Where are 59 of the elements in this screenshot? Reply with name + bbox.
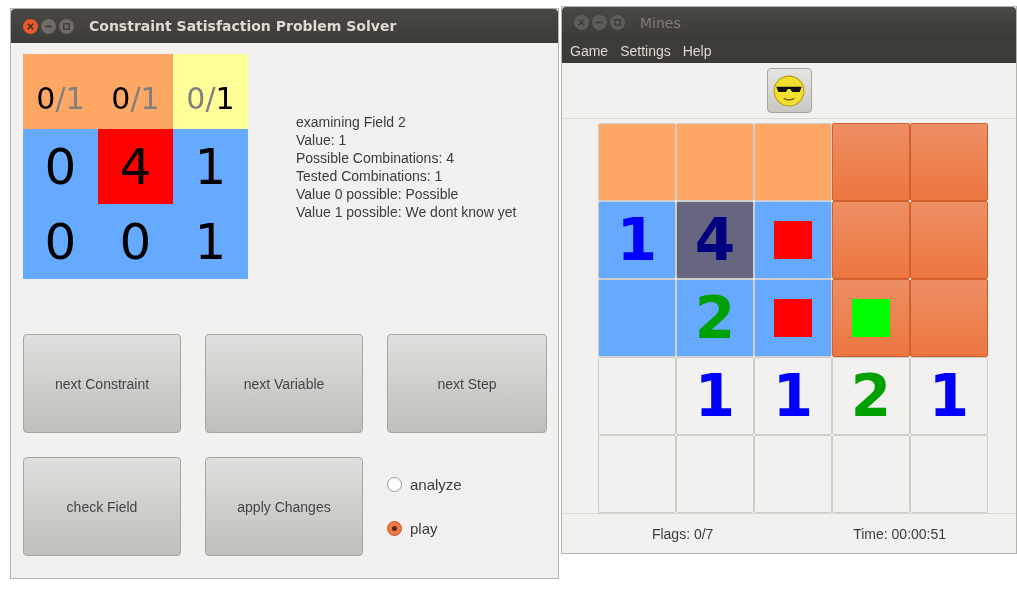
menu-item[interactable]: Settings — [620, 42, 671, 59]
action-button[interactable]: next Variable — [205, 334, 363, 433]
mine-cell[interactable]: 1 — [910, 357, 988, 435]
grid-cell: 1 — [173, 129, 248, 204]
grid-cell: 0/1 — [98, 54, 173, 129]
mine-cell[interactable] — [832, 201, 910, 279]
mine-cell[interactable] — [598, 435, 676, 513]
maximize-icon[interactable] — [610, 15, 625, 30]
mine-cell[interactable]: 1 — [754, 357, 832, 435]
mine-cell[interactable] — [910, 201, 988, 279]
status-text: Value: 1 — [296, 130, 348, 149]
grid-cell: 0 — [23, 204, 98, 279]
grid-cell: 0 — [98, 204, 173, 279]
action-button[interactable]: next Step — [387, 334, 547, 433]
mine-cell[interactable] — [754, 435, 832, 513]
close-icon[interactable] — [23, 18, 38, 34]
mine-cell[interactable] — [910, 123, 988, 201]
mine-cell[interactable] — [832, 279, 910, 357]
mine-cell[interactable]: 1 — [676, 357, 754, 435]
close-icon[interactable] — [574, 15, 589, 30]
timer: Time: 00:00:51 — [853, 525, 947, 542]
mode-radio[interactable]: analyze — [387, 476, 547, 494]
grid-cell: 4 — [98, 129, 173, 204]
grid-cell: 0/1 — [173, 54, 248, 129]
grid-cell: 1 — [173, 204, 248, 279]
mine-cell[interactable] — [832, 123, 910, 201]
mine-cell[interactable] — [598, 123, 676, 201]
mine-cell[interactable]: 1 — [598, 201, 676, 279]
mine-cell[interactable] — [598, 279, 676, 357]
window-title: Mines — [640, 14, 681, 31]
flags-counter: Flags: 0/7 — [651, 525, 714, 542]
mine-cell[interactable] — [754, 123, 832, 201]
menu-item[interactable]: Game — [570, 42, 609, 59]
window-title: Constraint Satisfaction Problem Solver — [89, 18, 397, 34]
action-button[interactable]: next Constraint — [23, 334, 181, 433]
mine-cell[interactable] — [754, 279, 832, 357]
minimize-icon[interactable] — [592, 15, 607, 30]
new-game-button[interactable] — [766, 68, 812, 113]
grid-cell: 0/1 — [23, 54, 98, 129]
maximize-icon[interactable] — [59, 18, 74, 34]
status-text: examining Field 2 — [296, 112, 407, 131]
mine-cell[interactable] — [832, 435, 910, 513]
mine-cell[interactable] — [598, 357, 676, 435]
smiley-icon — [772, 73, 806, 108]
status-text: Value 1 possible: We dont know yet — [296, 202, 517, 221]
mode-radio[interactable]: play — [387, 519, 547, 537]
mine-cell[interactable] — [676, 435, 754, 513]
mine-cell[interactable] — [910, 279, 988, 357]
mine-cell[interactable] — [676, 123, 754, 201]
mine-cell[interactable] — [910, 435, 988, 513]
status-text: Tested Combinations: 1 — [296, 166, 444, 185]
action-button[interactable]: check Field — [23, 457, 181, 556]
status-text: Possible Combinations: 4 — [296, 148, 455, 167]
action-button[interactable]: apply Changes — [205, 457, 363, 556]
grid-cell: 0 — [23, 129, 98, 204]
status-text: Value 0 possible: Possible — [296, 184, 460, 203]
mine-cell[interactable] — [754, 201, 832, 279]
minimize-icon[interactable] — [41, 18, 56, 34]
menu-item[interactable]: Help — [682, 42, 712, 59]
